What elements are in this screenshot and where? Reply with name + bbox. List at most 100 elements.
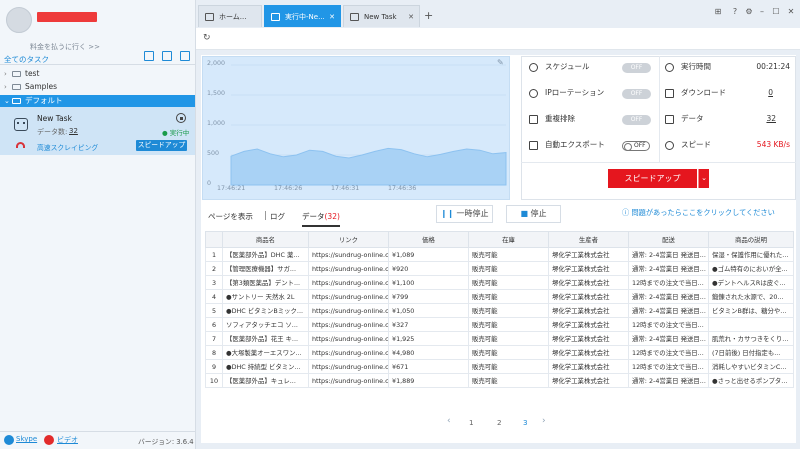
minimize-icon[interactable]: –: [757, 7, 767, 17]
table-cell: 販売可能: [468, 303, 549, 318]
help-link-label: 問題があったらここをクリックしてください: [631, 208, 775, 217]
settings-icon[interactable]: [180, 51, 190, 61]
y-tick-label: 1,500: [207, 90, 226, 97]
pause-button[interactable]: ❙❙ 一時停止: [436, 205, 493, 223]
close-icon[interactable]: ✕: [329, 6, 335, 28]
tree-item-samples[interactable]: › Samples: [0, 81, 195, 93]
tab-data[interactable]: データ(32): [302, 211, 340, 227]
table-row[interactable]: 6 ソフィアタッチエコ ソ... https://sundrug-online.c.…: [205, 317, 794, 332]
table-row[interactable]: 2 【管理医療機器】サガ... https://sundrug-online.c..…: [205, 261, 794, 276]
gift-icon[interactable]: ⊞: [713, 7, 723, 17]
speedup-button-small[interactable]: スピードアップ: [136, 140, 187, 151]
schedule-toggle[interactable]: OFF: [622, 63, 651, 73]
table-row[interactable]: 5 ●DHC ビタミンBミック... https://sundrug-online.…: [205, 303, 794, 318]
table-cell: 販売可能: [468, 289, 549, 304]
table-cell: 4: [205, 289, 223, 304]
tree-item-label: デフォルト: [25, 96, 63, 105]
page-2[interactable]: 2: [497, 418, 502, 427]
close-window-icon[interactable]: ✕: [786, 7, 796, 17]
tree-item-test[interactable]: › test: [0, 68, 195, 80]
speedup-button[interactable]: スピードアップ: [608, 169, 697, 188]
table-cell: ¥1,889: [388, 373, 469, 388]
column-header[interactable]: 在庫: [468, 231, 549, 248]
table-row[interactable]: 7 【医薬部外品】花王 キ... https://sundrug-online.c.…: [205, 331, 794, 346]
speedup-dropdown-icon[interactable]: ⌄: [698, 169, 709, 188]
table-cell: 堺化学工業株式会社: [548, 275, 629, 290]
table-row[interactable]: 3 【第3類医薬品】デント... https://sundrug-online.c.…: [205, 275, 794, 290]
robot-eyes: [17, 122, 25, 124]
pay-link[interactable]: 料金を払うに行く >>: [30, 42, 100, 52]
add-task-icon[interactable]: [162, 51, 172, 61]
page-1[interactable]: 1: [469, 418, 474, 427]
avatar[interactable]: [6, 7, 32, 33]
table-cell: ●ゴム特有のにおいが全...: [708, 261, 794, 276]
home-icon: [205, 13, 214, 21]
page-3-active[interactable]: 3: [523, 418, 528, 427]
dedupe-toggle[interactable]: OFF: [622, 115, 651, 125]
maximize-icon[interactable]: ☐: [771, 7, 781, 17]
table-cell: 12時までの注文で当日...: [628, 317, 709, 332]
skype-link[interactable]: Skype: [16, 435, 37, 443]
table-row[interactable]: 8 ●大塚製薬オーエスワン... https://sundrug-online.c.…: [205, 345, 794, 360]
pager-next-icon[interactable]: ›: [542, 416, 546, 426]
tab-new-task[interactable]: New Task ✕: [343, 5, 420, 27]
table-row[interactable]: 4 ●サントリー 天然水 2L https://sundrug-online.c..…: [205, 289, 794, 304]
download-value[interactable]: 0: [730, 80, 773, 106]
video-icon[interactable]: [44, 435, 54, 445]
import-icon[interactable]: [144, 51, 154, 61]
tab-log[interactable]: ログ: [270, 211, 285, 222]
ip-rotation-toggle[interactable]: OFF: [622, 89, 651, 99]
table-cell: ●DHC 持続型 ビタミン...: [222, 359, 309, 374]
auto-export-toggle[interactable]: OFF: [622, 141, 650, 151]
table-cell: 肌荒れ・カサつきをくり...: [708, 331, 794, 346]
column-header[interactable]: [205, 231, 223, 248]
table-cell: 堺化学工業株式会社: [548, 303, 629, 318]
column-header[interactable]: 価格: [388, 231, 469, 248]
table-cell: [708, 317, 794, 332]
column-header[interactable]: 生産者: [548, 231, 629, 248]
tree-item-default[interactable]: ⌄ デフォルト: [0, 95, 195, 107]
video-link[interactable]: ビデオ: [57, 435, 78, 445]
close-icon[interactable]: ✕: [408, 6, 414, 28]
table-row[interactable]: 9 ●DHC 持続型 ビタミン... https://sundrug-online.…: [205, 359, 794, 374]
table-cell: 堺化学工業株式会社: [548, 373, 629, 388]
divider: [0, 64, 196, 65]
table-row[interactable]: 1 【医薬部外品】DHC 薬... https://sundrug-online.c…: [205, 247, 794, 262]
table-cell: 通常: 2-4営業日 発送目...: [628, 331, 709, 346]
table-cell: 堺化学工業株式会社: [548, 317, 629, 332]
menu-icon[interactable]: ⚙: [744, 7, 754, 17]
pager-prev-icon[interactable]: ‹: [447, 416, 451, 426]
folder-icon: [12, 84, 21, 90]
stop-button[interactable]: ■ 停止: [506, 205, 561, 223]
table-cell: 販売可能: [468, 373, 549, 388]
stats-divider: [659, 56, 660, 163]
refresh-icon[interactable]: ↻: [203, 33, 211, 43]
runtime-label: 実行時間: [681, 62, 711, 71]
data-label: データ: [681, 114, 704, 123]
toolbar: [196, 28, 800, 50]
add-tab-icon[interactable]: +: [424, 9, 433, 22]
column-header[interactable]: 商品の説明: [708, 231, 794, 248]
data-value[interactable]: 32: [730, 106, 776, 132]
table-cell: ●大塚製薬オーエスワン...: [222, 345, 309, 360]
task-count[interactable]: 32: [69, 127, 78, 135]
ip-rotation-label: IPローテーション: [545, 88, 605, 97]
stop-task-icon[interactable]: [176, 113, 186, 123]
table-cell: https://sundrug-online.c...: [308, 359, 389, 374]
task-count-label: データ数:: [37, 128, 68, 136]
help-icon[interactable]: ?: [730, 7, 740, 17]
tab-running[interactable]: 実行中-Ne... ✕: [264, 5, 341, 27]
column-header[interactable]: 商品名: [222, 231, 309, 248]
help-link[interactable]: ⓘ 問題があったらここをクリックしてください: [622, 208, 775, 218]
table-cell: 通常: 2-4営業日 発送目...: [628, 303, 709, 318]
column-header[interactable]: リンク: [308, 231, 389, 248]
skype-icon[interactable]: [4, 435, 14, 445]
table-cell: ¥1,089: [388, 247, 469, 262]
edit-icon[interactable]: ✎: [497, 58, 504, 67]
column-header[interactable]: 配送: [628, 231, 709, 248]
tab-view-page[interactable]: ページを表示: [208, 211, 253, 222]
tab-home[interactable]: ホーム...: [198, 5, 262, 27]
table-cell: 通常: 2-4営業日 発送目...: [628, 373, 709, 388]
table-cell: ●デントヘルスRは皮ぐ...: [708, 275, 794, 290]
table-row[interactable]: 10 【医薬部外品】キュレ... https://sundrug-online.c.…: [205, 373, 794, 388]
